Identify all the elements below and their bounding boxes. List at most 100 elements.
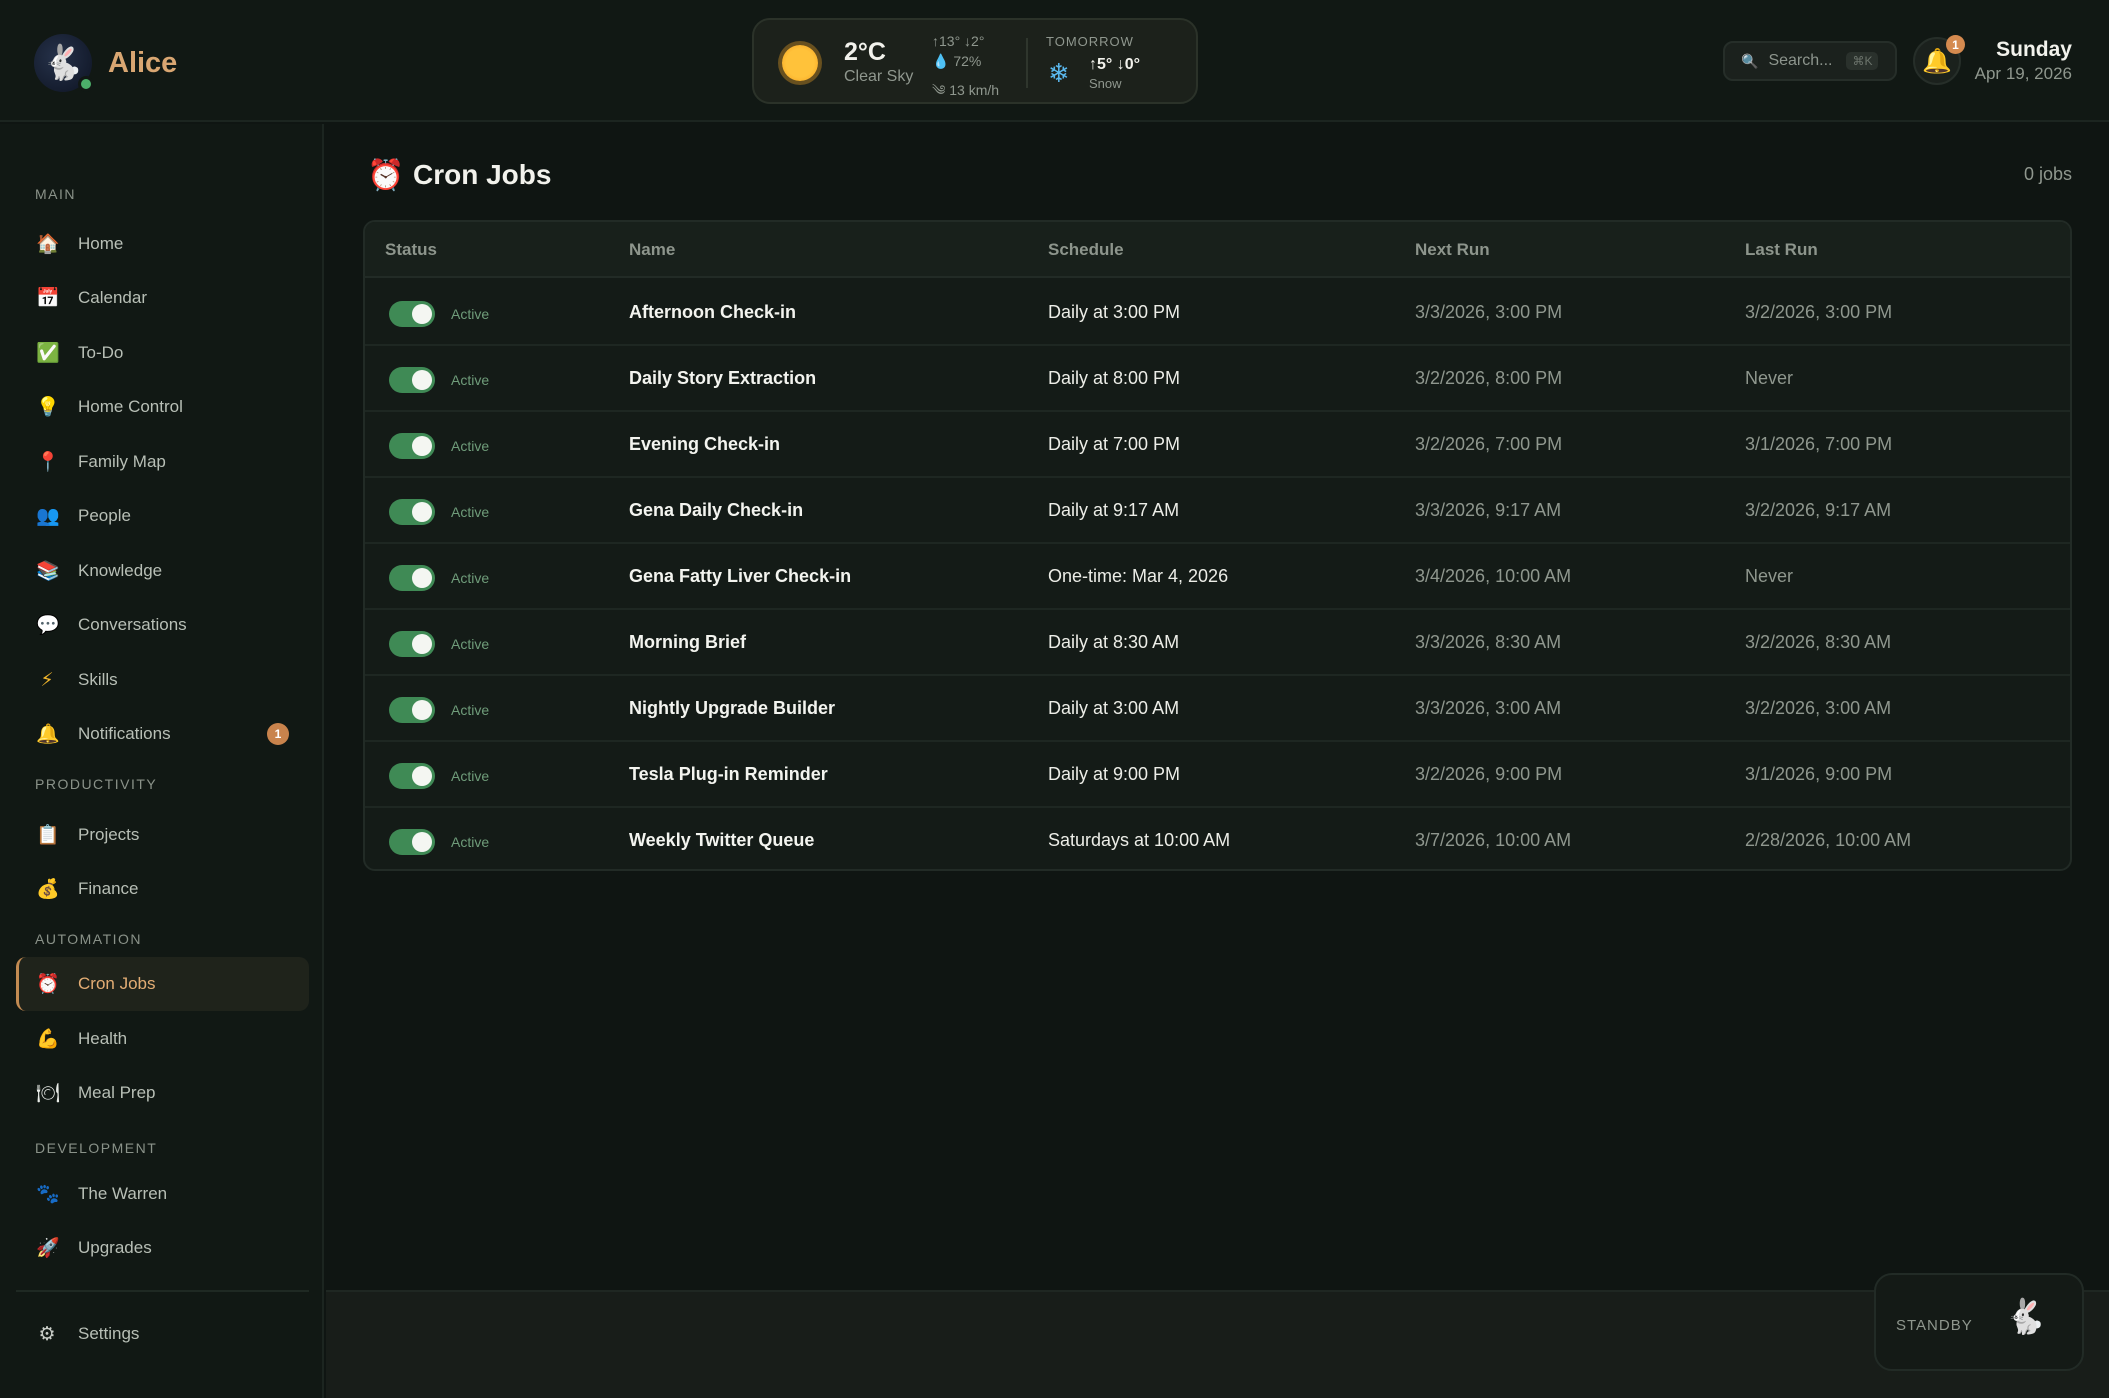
sidebar-item-notifications[interactable]: 🔔 Notifications 1 [16, 707, 309, 761]
sidebar-item-people[interactable]: 👥 People [16, 489, 309, 543]
active-toggle[interactable] [389, 697, 435, 723]
notifications-button[interactable]: 🔔 1 [1913, 35, 1965, 85]
active-toggle[interactable] [389, 301, 435, 327]
job-last-run: 3/1/2026, 7:00 PM [1745, 434, 1893, 454]
bell-icon: 🔔 [36, 724, 60, 745]
sidebar-item-projects[interactable]: 📋 Projects [16, 808, 309, 862]
plate-icon: 🍽 [36, 1083, 61, 1104]
sidebar-item-home-control[interactable]: 💡 Home Control [16, 380, 309, 434]
table-row[interactable]: Active Nightly Upgrade Builder Daily at 3:… [365, 676, 2070, 742]
job-name[interactable]: Tesla Plug-in Reminder [629, 764, 828, 785]
table-row[interactable]: Active Morning Brief Daily at 8:30 AM 3/3/2… [365, 610, 2070, 676]
active-toggle[interactable] [389, 367, 435, 393]
sidebar-item-the-warren[interactable]: 🐾 The Warren [16, 1167, 309, 1221]
search-placeholder: Search... [1768, 52, 1833, 69]
column-schedule[interactable]: Schedule [1048, 240, 1124, 260]
job-name[interactable]: Nightly Upgrade Builder [629, 698, 835, 719]
sidebar-item-label: Settings [78, 1324, 140, 1343]
search-input[interactable]: 🔍 Search... ⌘K [1723, 41, 1897, 81]
sidebar-item-health[interactable]: 💪 Health [16, 1012, 309, 1066]
wind: ༄ 13 km/h [932, 74, 999, 114]
sidebar-item-label: Projects [78, 825, 140, 844]
paw-icon: 🐾 [36, 1184, 60, 1205]
muscle-icon: 💪 [36, 1029, 60, 1050]
status-label: Active [451, 636, 490, 652]
job-name[interactable]: Afternoon Check-in [629, 302, 796, 323]
sidebar-item-label: Notifications [78, 724, 171, 743]
search-shortcut: ⌘K [1846, 52, 1879, 70]
column-last-run[interactable]: Last Run [1745, 240, 1818, 260]
sidebar-item-upgrades[interactable]: 🚀 Upgrades [16, 1221, 309, 1275]
sidebar-item-label: The Warren [78, 1184, 168, 1203]
job-name[interactable]: Morning Brief [629, 632, 746, 653]
humidity-value: 72% [953, 53, 982, 69]
job-name[interactable]: Gena Fatty Liver Check-in [629, 566, 851, 587]
sidebar-item-meal-prep[interactable]: 🍽 Meal Prep [16, 1066, 309, 1120]
sidebar-item-skills[interactable]: ⚡ Skills [16, 653, 309, 707]
job-name[interactable]: Daily Story Extraction [629, 368, 816, 389]
sun-icon [782, 45, 818, 81]
active-toggle[interactable] [389, 565, 435, 591]
sidebar-item-conversations[interactable]: 💬 Conversations [16, 598, 309, 652]
table-row[interactable]: Active Tesla Plug-in Reminder Daily at 9:0… [365, 742, 2070, 808]
sidebar: MAIN 🏠 Home 📅 Calendar ✅ To-Do 💡 Home Contro… [0, 124, 324, 1398]
weather-widget[interactable]: 2°C Clear Sky ↑13° ↓2° 💧 72% ༄ 13 km/h T… [752, 18, 1198, 104]
brand[interactable]: 🐇 Alice [34, 34, 177, 92]
house-icon: 🏠 [36, 234, 60, 255]
job-schedule: Daily at 9:00 PM [1048, 764, 1181, 784]
section-productivity: PRODUCTIVITY [35, 776, 158, 792]
day-name: Sunday [1996, 38, 2072, 61]
current-condition: Clear Sky [844, 68, 914, 85]
active-toggle[interactable] [389, 763, 435, 789]
online-status-dot [78, 76, 94, 92]
speech-icon: 💬 [36, 615, 60, 636]
job-schedule: Daily at 8:30 AM [1048, 632, 1180, 652]
sidebar-item-label: Cron Jobs [78, 974, 156, 993]
people-icon: 👥 [36, 506, 60, 527]
job-next-run: 3/2/2026, 9:00 PM [1415, 764, 1563, 784]
job-next-run: 3/2/2026, 7:00 PM [1415, 434, 1563, 454]
table-row[interactable]: Active Afternoon Check-in Daily at 3:00 PM… [365, 280, 2070, 346]
column-next-run[interactable]: Next Run [1415, 240, 1490, 260]
job-name[interactable]: Evening Check-in [629, 434, 780, 455]
notification-badge: 1 [267, 723, 289, 745]
rabbit-avatar[interactable]: 🐇 [34, 34, 94, 92]
table-row[interactable]: Active Gena Fatty Liver Check-in One-time:… [365, 544, 2070, 610]
sidebar-item-settings[interactable]: ⚙ Settings [16, 1307, 309, 1361]
active-toggle[interactable] [389, 433, 435, 459]
sidebar-item-label: Knowledge [78, 561, 163, 580]
sidebar-item-label: Home Control [78, 397, 183, 416]
job-name[interactable]: Weekly Twitter Queue [629, 830, 814, 851]
job-last-run: 3/2/2026, 9:17 AM [1745, 500, 1892, 520]
standby-label: STANDBY [1896, 1317, 1973, 1334]
sidebar-item-family-map[interactable]: 📍 Family Map [16, 435, 309, 489]
status-label: Active [451, 438, 490, 454]
table-row[interactable]: Active Daily Story Extraction Daily at 8:0… [365, 346, 2070, 412]
active-toggle[interactable] [389, 829, 435, 855]
job-last-run: 3/2/2026, 8:30 AM [1745, 632, 1892, 652]
sidebar-item-knowledge[interactable]: 📚 Knowledge [16, 544, 309, 598]
sidebar-item-home[interactable]: 🏠 Home [16, 217, 309, 271]
job-last-run: 2/28/2026, 10:00 AM [1745, 830, 1912, 850]
droplet-icon: 💧 [932, 53, 950, 69]
sidebar-item-todo[interactable]: ✅ To-Do [16, 326, 309, 380]
sidebar-item-label: Home [78, 234, 124, 253]
sidebar-item-cron-jobs[interactable]: ⏰ Cron Jobs [16, 957, 309, 1011]
sidebar-item-finance[interactable]: 💰 Finance [16, 862, 309, 916]
active-toggle[interactable] [389, 499, 435, 525]
standby-widget[interactable]: STANDBY 🐇 [1874, 1273, 2084, 1371]
job-next-run: 3/3/2026, 9:17 AM [1415, 500, 1562, 520]
job-name[interactable]: Gena Daily Check-in [629, 500, 803, 521]
money-bag-icon: 💰 [36, 879, 60, 900]
sidebar-item-label: To-Do [78, 343, 124, 362]
table-row[interactable]: Active Evening Check-in Daily at 7:00 PM 3/… [365, 412, 2070, 478]
active-toggle[interactable] [389, 631, 435, 657]
table-row[interactable]: Active Gena Daily Check-in Daily at 9:17 A… [365, 478, 2070, 544]
status-label: Active [451, 702, 490, 718]
column-name[interactable]: Name [629, 240, 675, 260]
column-status[interactable]: Status [385, 240, 437, 260]
table-row[interactable]: Active Weekly Twitter Queue Saturdays at 1… [365, 808, 2070, 869]
section-main: MAIN [35, 186, 76, 202]
sidebar-item-calendar[interactable]: 📅 Calendar [16, 271, 309, 325]
brand-name: Alice [108, 46, 178, 79]
